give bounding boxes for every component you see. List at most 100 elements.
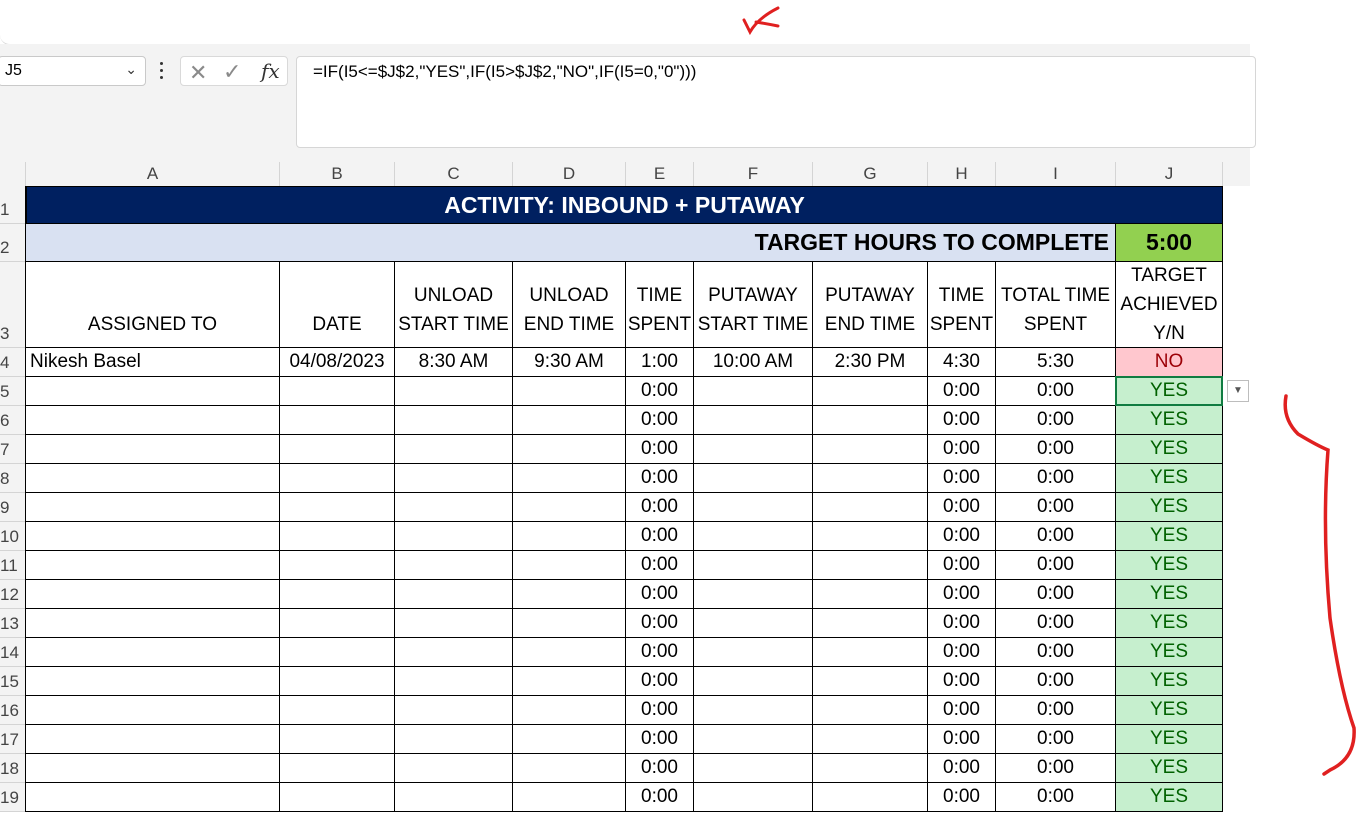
cell-f8[interactable] — [694, 464, 813, 493]
cell-i19[interactable]: 0:00 — [996, 783, 1116, 812]
cell-d15[interactable] — [513, 667, 626, 696]
cell-d12[interactable] — [513, 580, 626, 609]
cell-e11[interactable]: 0:00 — [626, 551, 694, 580]
row-header-4[interactable]: 4 — [0, 348, 26, 377]
cell-g8[interactable] — [813, 464, 928, 493]
cell-h4[interactable]: 4:30 — [928, 348, 996, 377]
column-title-putaway-end[interactable]: PUTAWAY END TIME — [813, 262, 928, 348]
cell-f11[interactable] — [694, 551, 813, 580]
cell-a14[interactable] — [26, 638, 280, 667]
row-header-16[interactable]: 16 — [0, 696, 26, 725]
cell-h13[interactable]: 0:00 — [928, 609, 996, 638]
column-header-d[interactable]: D — [513, 162, 626, 186]
cell-h16[interactable]: 0:00 — [928, 696, 996, 725]
cell-b11[interactable] — [280, 551, 395, 580]
cell-d17[interactable] — [513, 725, 626, 754]
cell-g12[interactable] — [813, 580, 928, 609]
insert-function-icon[interactable]: fx — [261, 59, 280, 83]
cell-a17[interactable] — [26, 725, 280, 754]
cell-c12[interactable] — [395, 580, 513, 609]
cell-d14[interactable] — [513, 638, 626, 667]
autocomplete-dropdown-icon[interactable]: ▼ — [1227, 380, 1249, 402]
cell-g6[interactable] — [813, 406, 928, 435]
enter-icon[interactable]: ✓ — [223, 59, 241, 85]
cell-c17[interactable] — [395, 725, 513, 754]
cell-j7[interactable]: YES — [1116, 435, 1223, 464]
cell-e6[interactable]: 0:00 — [626, 406, 694, 435]
cell-f5[interactable] — [694, 377, 813, 406]
cell-b5[interactable] — [280, 377, 395, 406]
cell-j11[interactable]: YES — [1116, 551, 1223, 580]
column-header-e[interactable]: E — [626, 162, 694, 186]
cell-g11[interactable] — [813, 551, 928, 580]
cell-j15[interactable]: YES — [1116, 667, 1223, 696]
cell-e13[interactable]: 0:00 — [626, 609, 694, 638]
cell-f18[interactable] — [694, 754, 813, 783]
cell-j12[interactable]: YES — [1116, 580, 1223, 609]
cell-b18[interactable] — [280, 754, 395, 783]
row-header-11[interactable]: 11 — [0, 551, 26, 580]
column-title-putaway-start[interactable]: PUTAWAY START TIME — [694, 262, 813, 348]
cell-a12[interactable] — [26, 580, 280, 609]
cell-h6[interactable]: 0:00 — [928, 406, 996, 435]
cell-c10[interactable] — [395, 522, 513, 551]
cell-a7[interactable] — [26, 435, 280, 464]
cell-c11[interactable] — [395, 551, 513, 580]
cell-i5[interactable]: 0:00 — [996, 377, 1116, 406]
cell-i18[interactable]: 0:00 — [996, 754, 1116, 783]
cell-j13[interactable]: YES — [1116, 609, 1223, 638]
cell-d16[interactable] — [513, 696, 626, 725]
row-header-3[interactable]: 3 — [0, 262, 26, 348]
cell-e4[interactable]: 1:00 — [626, 348, 694, 377]
cell-e18[interactable]: 0:00 — [626, 754, 694, 783]
cell-h9[interactable]: 0:00 — [928, 493, 996, 522]
row-header-10[interactable]: 10 — [0, 522, 26, 551]
cell-f6[interactable] — [694, 406, 813, 435]
cell-e17[interactable]: 0:00 — [626, 725, 694, 754]
cell-c5[interactable] — [395, 377, 513, 406]
more-options-icon[interactable] — [157, 60, 167, 82]
cell-i4[interactable]: 5:30 — [996, 348, 1116, 377]
cell-g15[interactable] — [813, 667, 928, 696]
cell-a19[interactable] — [26, 783, 280, 812]
cell-j14[interactable]: YES — [1116, 638, 1223, 667]
cell-i6[interactable]: 0:00 — [996, 406, 1116, 435]
cell-d19[interactable] — [513, 783, 626, 812]
cell-h12[interactable]: 0:00 — [928, 580, 996, 609]
cell-e8[interactable]: 0:00 — [626, 464, 694, 493]
cell-g17[interactable] — [813, 725, 928, 754]
cell-j9[interactable]: YES — [1116, 493, 1223, 522]
row-header-2[interactable]: 2 — [0, 224, 26, 262]
cell-c8[interactable] — [395, 464, 513, 493]
cell-a13[interactable] — [26, 609, 280, 638]
column-title-time-spent-2[interactable]: TIME SPENT — [928, 262, 996, 348]
cell-j16[interactable]: YES — [1116, 696, 1223, 725]
cell-a9[interactable] — [26, 493, 280, 522]
column-title-date[interactable]: DATE — [280, 262, 395, 348]
cell-d9[interactable] — [513, 493, 626, 522]
cell-c14[interactable] — [395, 638, 513, 667]
cell-b13[interactable] — [280, 609, 395, 638]
cell-d13[interactable] — [513, 609, 626, 638]
cell-g5[interactable] — [813, 377, 928, 406]
cell-d10[interactable] — [513, 522, 626, 551]
cell-e9[interactable]: 0:00 — [626, 493, 694, 522]
cell-b14[interactable] — [280, 638, 395, 667]
column-header-j[interactable]: J — [1116, 162, 1223, 186]
row-header-9[interactable]: 9 — [0, 493, 26, 522]
cell-j8[interactable]: YES — [1116, 464, 1223, 493]
column-title-assigned-to[interactable]: ASSIGNED TO — [26, 262, 280, 348]
cell-h7[interactable]: 0:00 — [928, 435, 996, 464]
row-header-1[interactable]: 1 — [0, 186, 26, 224]
cell-b19[interactable] — [280, 783, 395, 812]
cell-c4[interactable]: 8:30 AM — [395, 348, 513, 377]
cell-j4[interactable]: NO — [1116, 348, 1223, 377]
select-all-corner[interactable] — [0, 162, 26, 186]
cell-i11[interactable]: 0:00 — [996, 551, 1116, 580]
cell-d5[interactable] — [513, 377, 626, 406]
cell-a10[interactable] — [26, 522, 280, 551]
cell-f9[interactable] — [694, 493, 813, 522]
cell-b7[interactable] — [280, 435, 395, 464]
cell-c16[interactable] — [395, 696, 513, 725]
cell-g10[interactable] — [813, 522, 928, 551]
